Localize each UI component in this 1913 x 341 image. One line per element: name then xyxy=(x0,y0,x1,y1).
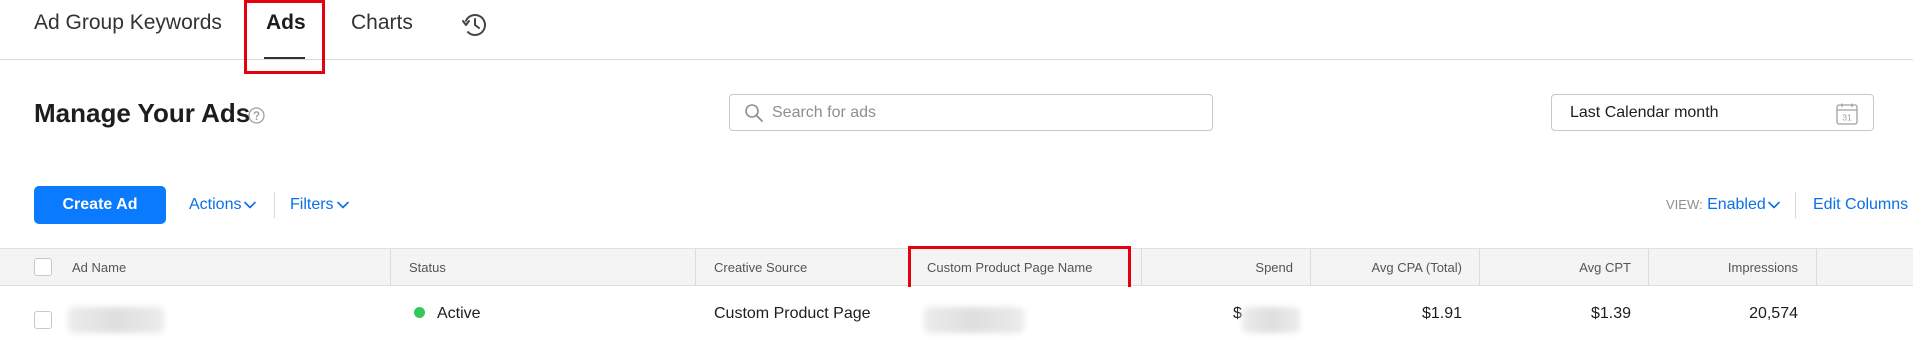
date-range-picker[interactable]: Last Calendar month 31 xyxy=(1551,94,1874,131)
creative-source-cell: Custom Product Page xyxy=(714,305,871,322)
create-ad-button[interactable]: Create Ad xyxy=(34,186,166,224)
avg-cpt-cell: $1.39 xyxy=(1590,305,1631,322)
toolbar-divider xyxy=(1795,192,1796,218)
view-selector[interactable]: VIEW: Enabled xyxy=(1666,196,1780,214)
ads-tab-highlight-box xyxy=(244,0,325,74)
edit-columns-link[interactable]: Edit Columns xyxy=(1813,196,1908,214)
column-header-avg-cpt[interactable]: Avg CPT xyxy=(1479,249,1631,286)
filters-label: Filters xyxy=(290,196,334,213)
custom-product-page-column-highlight-box xyxy=(908,246,1131,293)
page-title: Manage Your Ads xyxy=(34,98,251,128)
column-header-status[interactable]: Status xyxy=(409,249,446,286)
status-active-dot xyxy=(414,307,425,319)
date-range-label: Last Calendar month xyxy=(1570,104,1719,121)
avg-cpa-cell: $1.91 xyxy=(1421,305,1462,322)
chevron-down-icon xyxy=(336,201,349,209)
toolbar-divider xyxy=(274,192,275,218)
status-text: Active xyxy=(437,305,481,322)
chevron-down-icon xyxy=(1767,201,1780,209)
impressions-cell: 20,574 xyxy=(1749,305,1798,322)
search-icon xyxy=(744,103,764,123)
actions-label: Actions xyxy=(189,196,242,213)
spend-currency: $ xyxy=(1233,305,1242,322)
search-box xyxy=(729,94,1213,131)
column-divider xyxy=(695,249,696,286)
help-circle-icon[interactable] xyxy=(248,107,265,124)
filters-dropdown[interactable]: Filters xyxy=(290,196,349,214)
column-header-ad-name[interactable]: Ad Name xyxy=(72,249,126,286)
actions-dropdown[interactable]: Actions xyxy=(189,196,257,214)
table-row: Active Custom Product Page $ $1.91 $1.39… xyxy=(0,287,1913,341)
chevron-down-icon xyxy=(244,201,257,209)
tab-ad-group-keywords[interactable]: Ad Group Keywords xyxy=(34,11,222,35)
history-icon[interactable] xyxy=(460,10,490,40)
column-header-avg-cpa[interactable]: Avg CPA (Total) xyxy=(1310,249,1462,286)
tab-charts[interactable]: Charts xyxy=(351,11,413,35)
ad-name-redacted[interactable] xyxy=(68,307,164,333)
spend-value-redacted xyxy=(1242,307,1300,333)
view-label: VIEW: xyxy=(1666,197,1703,212)
column-header-spend[interactable]: Spend xyxy=(1141,249,1293,286)
status-cell: Active xyxy=(414,287,481,341)
column-header-impressions[interactable]: Impressions xyxy=(1648,249,1798,286)
custom-product-page-name-redacted xyxy=(924,307,1024,333)
search-input[interactable] xyxy=(772,99,1192,126)
calendar-day-number: 31 xyxy=(1842,113,1852,123)
column-divider xyxy=(1816,249,1817,286)
row-checkbox[interactable] xyxy=(34,311,52,329)
column-divider xyxy=(390,249,391,286)
view-value: Enabled xyxy=(1707,196,1766,213)
calendar-icon: 31 xyxy=(1835,102,1859,126)
column-header-creative-source[interactable]: Creative Source xyxy=(714,249,807,286)
select-all-checkbox[interactable] xyxy=(34,258,52,276)
